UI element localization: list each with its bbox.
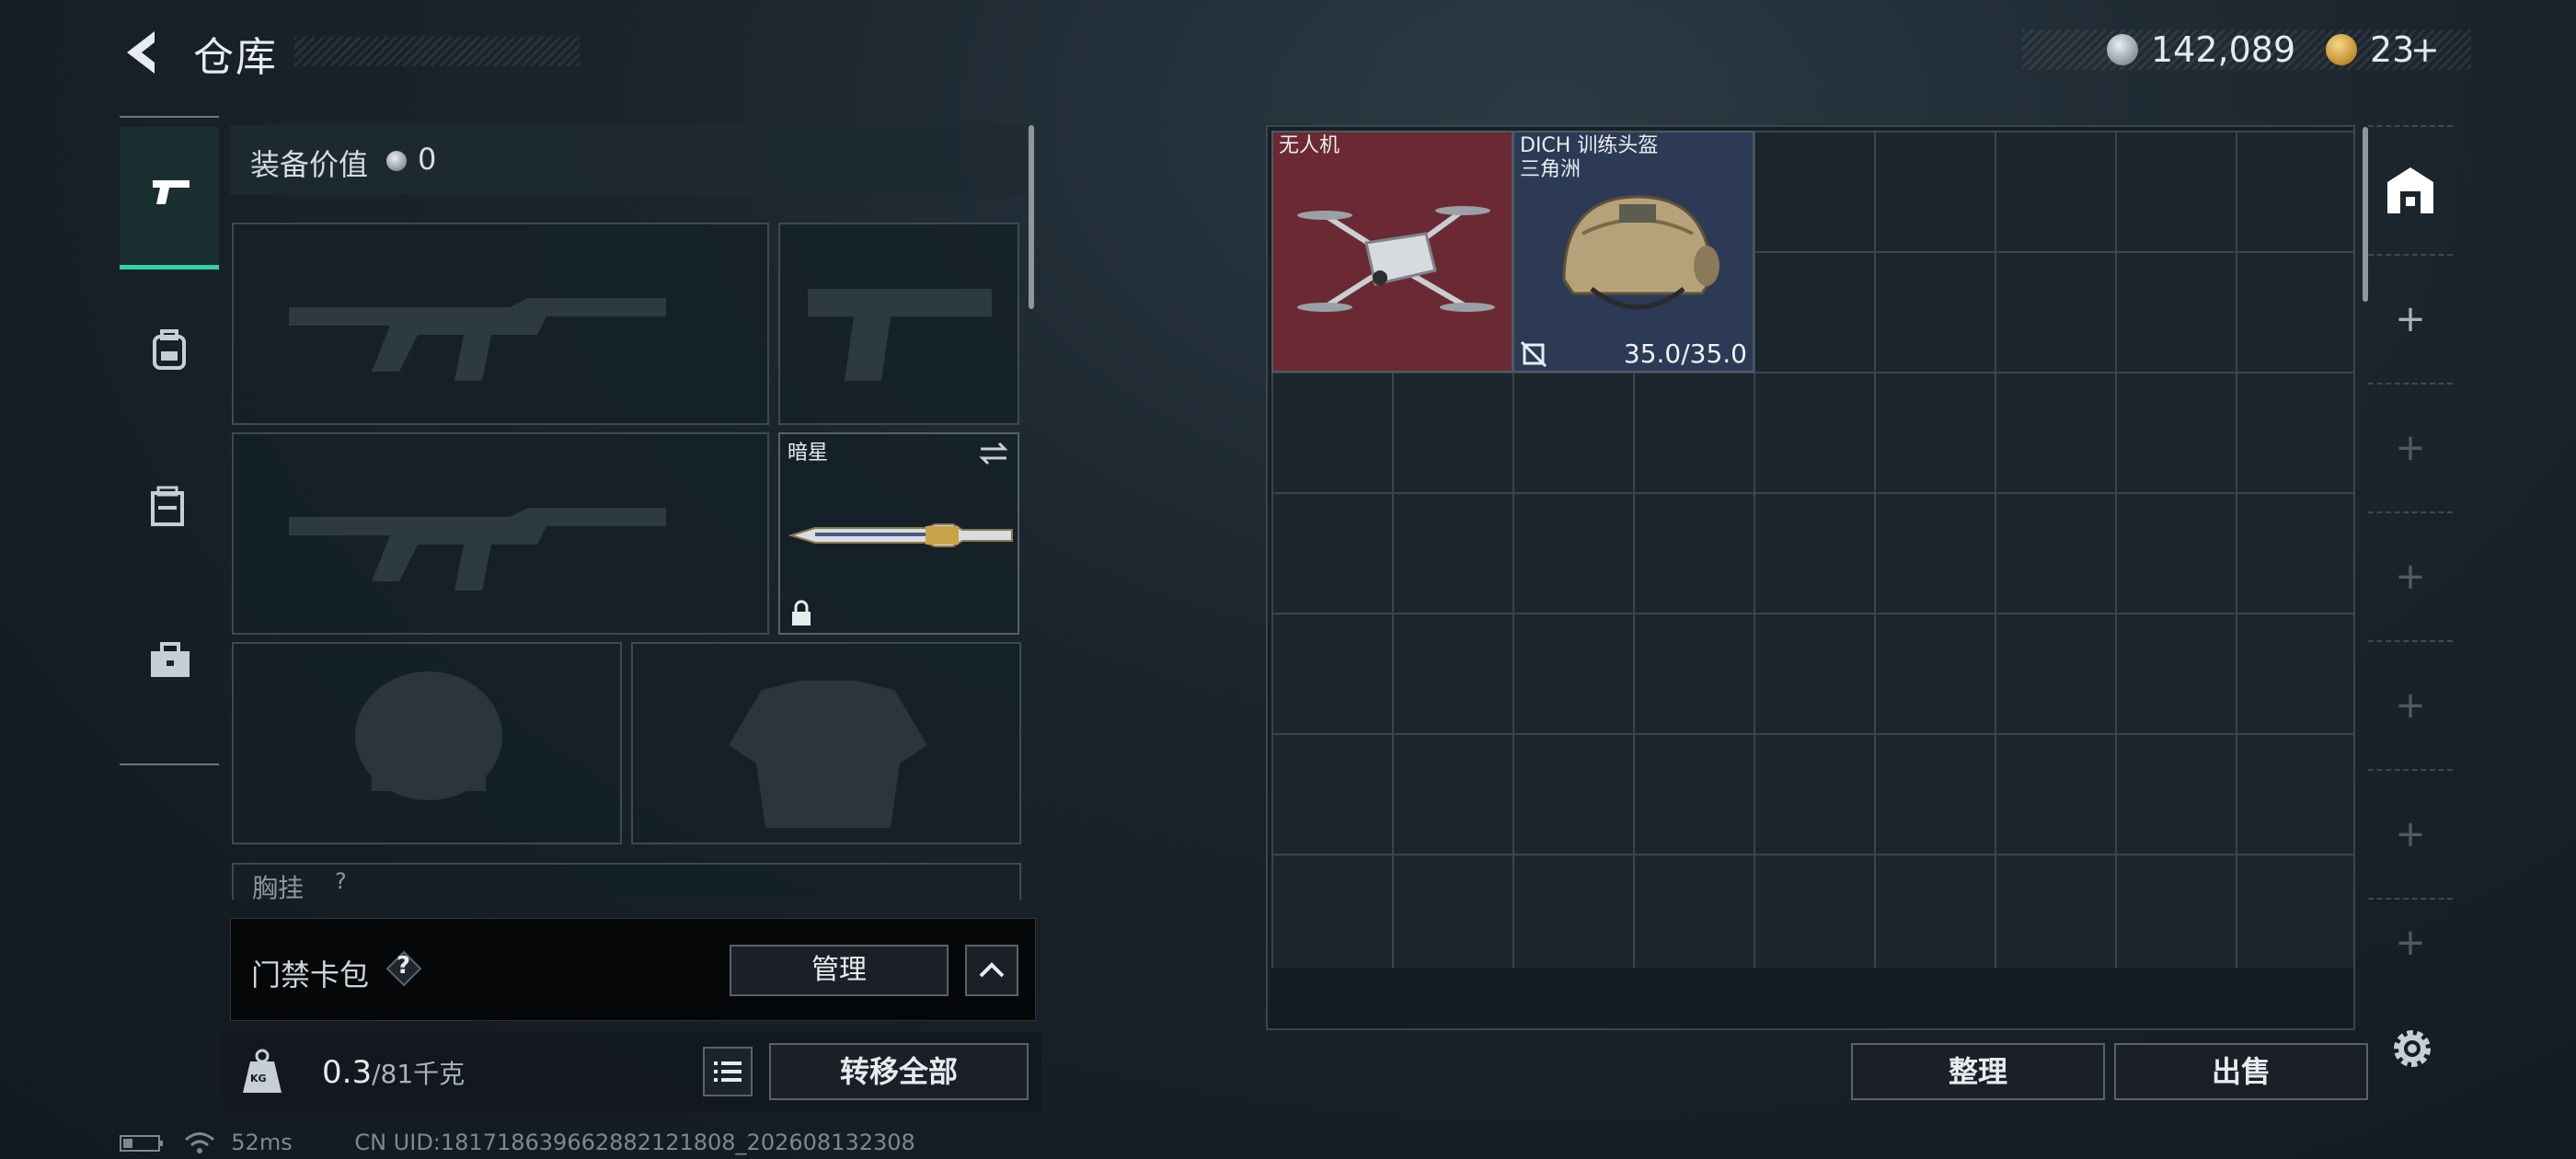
armor-silhouette-icon bbox=[729, 681, 927, 828]
rifle-silhouette-icon bbox=[289, 508, 666, 591]
equipment-value-header: 装备价值 0 bbox=[230, 125, 1027, 195]
add-stash-page-button[interactable]: + bbox=[2368, 898, 2453, 986]
stash-page-rail: + + + + + + bbox=[2368, 125, 2453, 984]
stash-panel: 无人机 DICH 训练头盔 三角洲 35.0/35.0 整理 出售 bbox=[1266, 125, 2368, 1100]
category-nav bbox=[120, 116, 219, 765]
kg-icon-text: KG bbox=[250, 1073, 267, 1084]
sort-button[interactable]: 整理 bbox=[1851, 1043, 2105, 1100]
ping-readout: 52ms bbox=[231, 1130, 293, 1155]
pistol-icon bbox=[153, 180, 190, 204]
melee-name: 暗星 bbox=[788, 442, 829, 465]
helmet-slot[interactable] bbox=[232, 642, 622, 844]
manage-button[interactable]: 管理 bbox=[730, 945, 949, 996]
gold-add-button[interactable]: + bbox=[2410, 29, 2440, 70]
chevron-up-icon bbox=[979, 962, 1005, 978]
status-line: 52ms CN UID:18171863966288212180‌8_20260… bbox=[120, 1130, 915, 1155]
lock-icon bbox=[792, 600, 811, 625]
add-stash-page-button[interactable]: + bbox=[2368, 511, 2453, 640]
rifle-silhouette-icon bbox=[289, 298, 666, 381]
nav-weapons-tab[interactable] bbox=[120, 127, 219, 270]
melee-slot[interactable]: 暗星 bbox=[778, 432, 1019, 635]
add-stash-page-button[interactable]: + bbox=[2368, 254, 2453, 383]
kg-weight-icon bbox=[243, 1049, 282, 1093]
backpack-icon bbox=[153, 329, 186, 370]
swap-icon[interactable] bbox=[977, 440, 1010, 467]
nav-armor-tab[interactable] bbox=[120, 440, 219, 578]
currency-bar: 142,089 23 + bbox=[2022, 29, 2471, 70]
transfer-all-button[interactable]: 转移全部 bbox=[769, 1043, 1029, 1100]
add-stash-page-button[interactable]: + bbox=[2368, 769, 2453, 898]
helmet-icon bbox=[1562, 195, 1719, 310]
equipment-panel: 装备价值 0 暗星 胸挂 ? bbox=[230, 125, 1038, 900]
card-pack-label: 门禁卡包 bbox=[251, 958, 370, 993]
toolbox-icon bbox=[151, 642, 190, 677]
equipment-value: 0 bbox=[418, 142, 437, 177]
durability-readout: 35.0/35.0 bbox=[1623, 339, 1747, 369]
add-stash-page-button[interactable]: + bbox=[2368, 383, 2453, 511]
chest-rig-help: ? bbox=[335, 868, 347, 894]
silver-coin-icon bbox=[2107, 34, 2138, 65]
page-title: 仓库 bbox=[193, 34, 278, 81]
title-decoration bbox=[294, 37, 580, 66]
silver-amount: 142,089 bbox=[2151, 29, 2296, 70]
chest-rig-label: 胸挂 bbox=[252, 873, 305, 900]
chest-rig-slot[interactable]: 胸挂 ? bbox=[232, 863, 1021, 900]
equipment-scrollbar[interactable] bbox=[1029, 125, 1034, 309]
list-icon bbox=[714, 1061, 742, 1082]
gold-amount: 23 bbox=[2370, 29, 2415, 70]
secondary-weapon-slot[interactable] bbox=[778, 223, 1019, 425]
gold-coin-icon bbox=[2326, 34, 2357, 65]
weight-current: 0.3 bbox=[322, 1054, 373, 1091]
nav-toolbox-tab[interactable] bbox=[120, 596, 219, 734]
settings-button[interactable] bbox=[2386, 1023, 2438, 1074]
sell-button[interactable]: 出售 bbox=[2114, 1043, 2368, 1100]
stash-item-drone[interactable]: 无人机 bbox=[1271, 131, 1513, 373]
armor-vest-icon bbox=[151, 486, 184, 526]
weight-readout: 0.3/81千克 bbox=[322, 1054, 465, 1091]
weight-unit: 千克 bbox=[413, 1059, 466, 1089]
item-name: DICH 训练头盔 bbox=[1520, 134, 1659, 157]
back-button[interactable] bbox=[118, 26, 171, 79]
equipment-value-label: 装备价值 bbox=[250, 147, 369, 182]
list-view-button[interactable] bbox=[703, 1047, 753, 1096]
add-stash-page-button[interactable]: + bbox=[2368, 640, 2453, 769]
stash-page-main[interactable] bbox=[2368, 125, 2453, 254]
uid-readout: CN UID:18171863966288212180‌8_2026081323… bbox=[354, 1130, 915, 1155]
stash-grid[interactable]: 无人机 DICH 训练头盔 三角洲 35.0/35.0 bbox=[1271, 131, 2353, 968]
knife-icon bbox=[788, 523, 1013, 547]
weight-bar: KG 0.3/81千克 转移全部 bbox=[223, 1032, 1041, 1111]
silver-coin-icon bbox=[386, 151, 407, 171]
access-card-pack-bar: 门禁卡包 ? 管理 bbox=[230, 918, 1036, 1021]
item-name: 无人机 bbox=[1279, 134, 1340, 157]
wifi-icon bbox=[184, 1132, 214, 1153]
card-pack-help-button[interactable]: ? bbox=[385, 950, 422, 987]
body-armor-slot[interactable] bbox=[631, 642, 1021, 844]
no-repair-icon bbox=[1520, 340, 1547, 368]
stash-item-helmet[interactable]: DICH 训练头盔 三角洲 35.0/35.0 bbox=[1512, 131, 1754, 373]
battery-icon bbox=[120, 1135, 163, 1152]
primary-weapon-slot-2[interactable] bbox=[232, 432, 769, 635]
gear-icon bbox=[2394, 1030, 2431, 1067]
pistol-silhouette-icon bbox=[808, 289, 992, 381]
helmet-silhouette-icon bbox=[355, 671, 502, 800]
drone-icon bbox=[1297, 206, 1495, 312]
card-pack-help-text: ? bbox=[397, 952, 411, 980]
primary-weapon-slot-1[interactable] bbox=[232, 223, 769, 425]
back-arrow-icon bbox=[127, 31, 155, 74]
collapse-button[interactable] bbox=[965, 945, 1018, 996]
weight-max: /81 bbox=[372, 1059, 414, 1089]
warehouse-icon bbox=[2387, 167, 2433, 213]
nav-backpack-tab[interactable] bbox=[120, 283, 219, 421]
